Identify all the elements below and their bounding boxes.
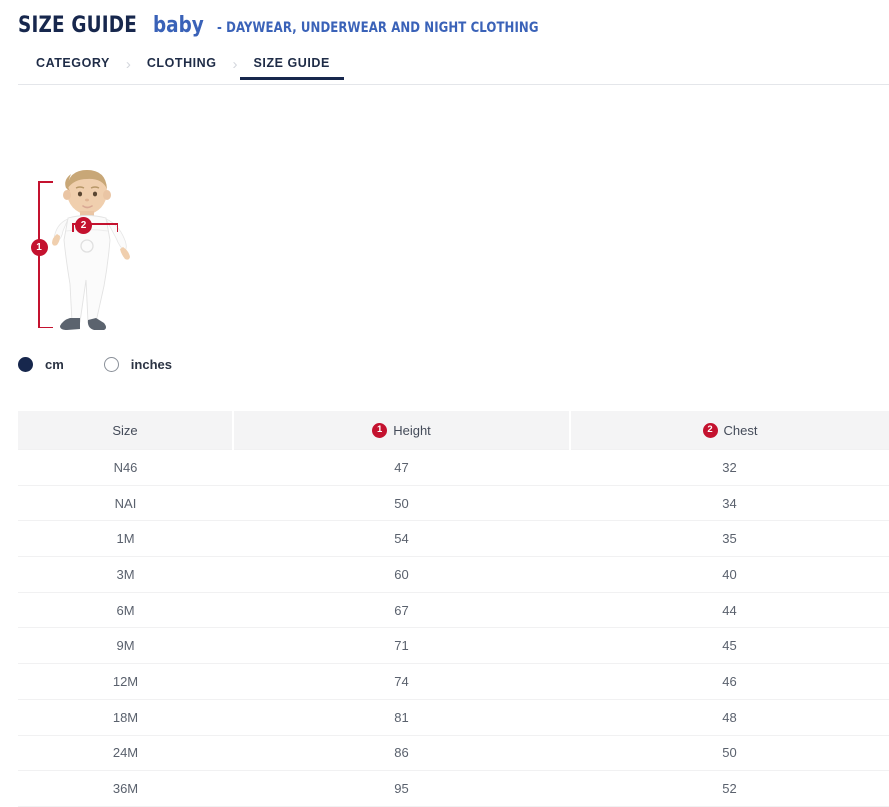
cell-height: 67 (233, 592, 570, 628)
chest-measure-cap-left (72, 223, 74, 232)
breadcrumb-item-category[interactable]: CATEGORY (18, 49, 124, 80)
table-row: 6M 67 44 (18, 592, 889, 628)
column-header-chest: 2 Chest (570, 411, 889, 450)
cell-size: 6M (18, 592, 233, 628)
column-header-chest-label: Chest (724, 423, 758, 438)
table-body: N46 47 32 NAI 50 34 1M 54 35 3M 60 40 6M… (18, 450, 889, 807)
size-guide-table: Size 1 Height 2 Chest N46 47 32 (18, 411, 889, 807)
marker-badge-2: 2 (75, 217, 92, 234)
cell-chest: 48 (570, 699, 889, 735)
cell-chest: 45 (570, 628, 889, 664)
cell-chest: 46 (570, 664, 889, 700)
cell-size: 24M (18, 735, 233, 771)
cell-chest: 50 (570, 735, 889, 771)
cell-height: 81 (233, 699, 570, 735)
chevron-right-icon: › (124, 49, 133, 80)
cell-height: 54 (233, 521, 570, 557)
cell-size: 1M (18, 521, 233, 557)
chest-measure-cap-right (117, 223, 119, 232)
chevron-right-icon: › (231, 49, 240, 80)
baby-photo-icon (30, 168, 160, 333)
unit-label-inches: inches (131, 357, 172, 372)
header-badge-2-icon: 2 (703, 423, 718, 438)
cell-height: 50 (233, 485, 570, 521)
height-measure-cap-top (38, 181, 53, 183)
table-row: 24M 86 50 (18, 735, 889, 771)
cell-chest: 40 (570, 557, 889, 593)
table-row: 3M 60 40 (18, 557, 889, 593)
radio-inches-icon[interactable] (104, 357, 119, 372)
cell-height: 74 (233, 664, 570, 700)
marker-badge-1: 1 (31, 239, 48, 256)
table-header-row: Size 1 Height 2 Chest (18, 411, 889, 450)
cell-height: 86 (233, 735, 570, 771)
table-row: 18M 81 48 (18, 699, 889, 735)
cell-chest: 34 (570, 485, 889, 521)
cell-height: 95 (233, 771, 570, 807)
measurement-figure: 1 2 (0, 168, 889, 358)
cell-height: 71 (233, 628, 570, 664)
column-header-height-label: Height (393, 423, 431, 438)
unit-option-inches[interactable]: inches (104, 357, 172, 372)
column-header-height: 1 Height (233, 411, 570, 450)
cell-size: NAI (18, 485, 233, 521)
cell-height: 60 (233, 557, 570, 593)
cell-size: 12M (18, 664, 233, 700)
cell-size: 36M (18, 771, 233, 807)
page-title-main: SIZE GUIDE (18, 13, 137, 38)
table-row: NAI 50 34 (18, 485, 889, 521)
height-measure-cap-bottom (38, 327, 53, 329)
radio-cm-icon[interactable] (18, 357, 33, 372)
table-header: Size 1 Height 2 Chest (18, 411, 889, 450)
column-header-size: Size (18, 411, 233, 450)
cell-size: 18M (18, 699, 233, 735)
breadcrumb-item-size-guide[interactable]: SIZE GUIDE (240, 49, 344, 80)
baby-illustration: 1 2 (30, 168, 160, 333)
cell-size: N46 (18, 450, 233, 486)
cell-chest: 32 (570, 450, 889, 486)
unit-label-cm: cm (45, 357, 64, 372)
table-row: N46 47 32 (18, 450, 889, 486)
page-title: SIZE GUIDE baby - DAYWEAR, UNDERWEAR AND… (18, 13, 889, 38)
page-title-subtitle: - DAYWEAR, UNDERWEAR AND NIGHT CLOTHING (217, 20, 539, 36)
cell-chest: 52 (570, 771, 889, 807)
breadcrumb-item-clothing[interactable]: CLOTHING (133, 49, 231, 80)
table-row: 1M 54 35 (18, 521, 889, 557)
cell-height: 47 (233, 450, 570, 486)
table-row: 36M 95 52 (18, 771, 889, 807)
table-row: 9M 71 45 (18, 628, 889, 664)
cell-chest: 35 (570, 521, 889, 557)
cell-size: 9M (18, 628, 233, 664)
breadcrumb: CATEGORY › CLOTHING › SIZE GUIDE (18, 49, 889, 80)
page-title-accent: baby (153, 13, 204, 38)
cell-chest: 44 (570, 592, 889, 628)
cell-size: 3M (18, 557, 233, 593)
page-header: SIZE GUIDE baby - DAYWEAR, UNDERWEAR AND… (0, 0, 889, 80)
table-row: 12M 74 46 (18, 664, 889, 700)
header-divider (18, 84, 889, 85)
header-badge-1-icon: 1 (372, 423, 387, 438)
unit-selector: cm inches (18, 357, 212, 372)
unit-option-cm[interactable]: cm (18, 357, 64, 372)
column-header-size-label: Size (112, 423, 137, 438)
